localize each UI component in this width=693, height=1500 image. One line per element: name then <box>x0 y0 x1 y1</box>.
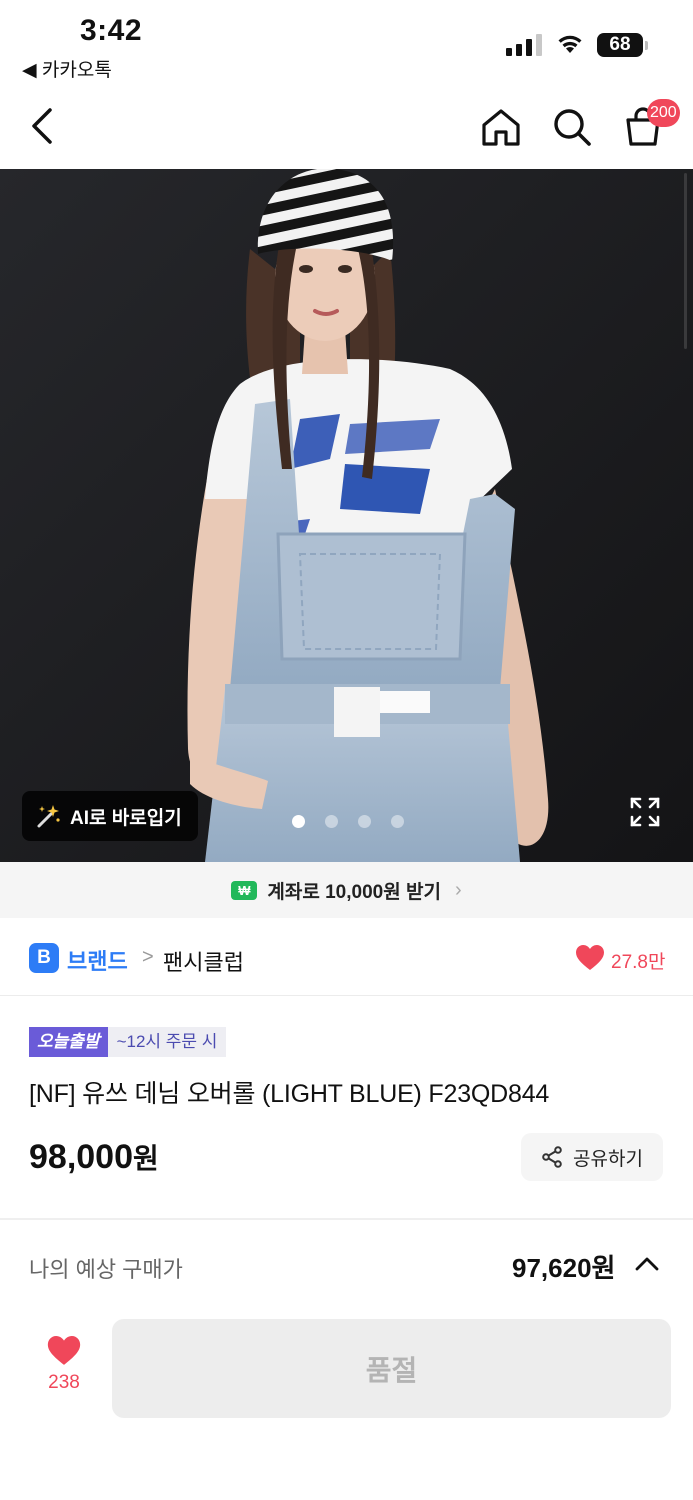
brand-like-count: 27.8만 <box>611 952 666 973</box>
wishlist-button[interactable]: 238 <box>28 1336 100 1408</box>
price-unit: 원 <box>133 1143 159 1174</box>
heart-icon[interactable] <box>576 945 604 971</box>
product-title: [NF] 유쓰 데님 오버롤 (LIGHT BLUE) F23QD844 <box>29 1080 550 1108</box>
section-divider <box>0 1218 693 1220</box>
expected-price-label: 나의 예상 구매가 <box>29 1257 183 1282</box>
product-price: 98,000원 <box>29 1137 159 1177</box>
breadcrumb-separator: > <box>142 946 154 968</box>
price-value: 98,000 <box>29 1138 133 1176</box>
share-label: 공유하기 <box>573 1148 643 1170</box>
cart-count-badge: 200 <box>647 99 680 127</box>
battery-icon: 68 <box>597 33 643 57</box>
ship-today-badge: 오늘출발 <box>29 1027 108 1057</box>
shipping-tags: 오늘출발 ~12시 주문 시 <box>29 1027 227 1057</box>
pagination-dot[interactable] <box>292 815 305 828</box>
back-icon[interactable] <box>24 104 64 148</box>
ai-try-on-button[interactable]: AI로 바로입기 <box>22 791 198 841</box>
pagination-dot[interactable] <box>325 815 338 828</box>
search-icon[interactable] <box>549 104 595 150</box>
product-image[interactable]: AI로 바로입기 <box>0 169 693 862</box>
promo-text: 계좌로 10,000원 받기 <box>267 881 441 903</box>
brand-row: B 브랜드 > 팬시클럽 27.8만 <box>0 918 693 996</box>
brand-name-link[interactable]: 팬시클럽 <box>163 945 244 977</box>
wishlist-count: 238 <box>48 1372 80 1393</box>
status-time: 3:42 <box>80 14 143 47</box>
ai-try-on-label: AI로 바로입기 <box>70 807 182 829</box>
share-icon <box>542 1146 562 1168</box>
heart-icon <box>47 1336 81 1365</box>
chevron-up-icon[interactable] <box>633 1252 661 1276</box>
magic-wand-icon <box>37 805 60 828</box>
pagination-dot[interactable] <box>358 815 371 828</box>
share-button[interactable]: 공유하기 <box>521 1133 663 1181</box>
wifi-icon <box>558 35 582 53</box>
home-icon[interactable] <box>478 104 524 150</box>
scroll-indicator <box>684 173 687 349</box>
order-deadline-badge: ~12시 주문 시 <box>107 1027 227 1057</box>
won-icon: ₩ <box>231 880 258 900</box>
brand-icon: B <box>29 943 59 973</box>
back-to-app-link[interactable]: ◀ 카카오톡 <box>22 55 112 82</box>
brand-label[interactable]: 브랜드 <box>67 944 128 976</box>
status-bar: 3:42 ◀ 카카오톡 68 <box>0 0 693 84</box>
image-pagination <box>292 815 404 828</box>
chevron-right-icon: › <box>454 878 462 901</box>
sold-out-button[interactable]: 품절 <box>112 1319 671 1418</box>
fullscreen-icon[interactable] <box>630 797 660 827</box>
expected-price-value: 97,620원 <box>512 1253 616 1283</box>
pagination-dot[interactable] <box>391 815 404 828</box>
account-reward-banner[interactable]: ₩ 계좌로 10,000원 받기 › <box>0 862 693 918</box>
top-nav <box>0 84 693 168</box>
signal-icon <box>506 34 542 56</box>
battery-cap <box>645 41 648 50</box>
model-photo <box>0 169 693 862</box>
